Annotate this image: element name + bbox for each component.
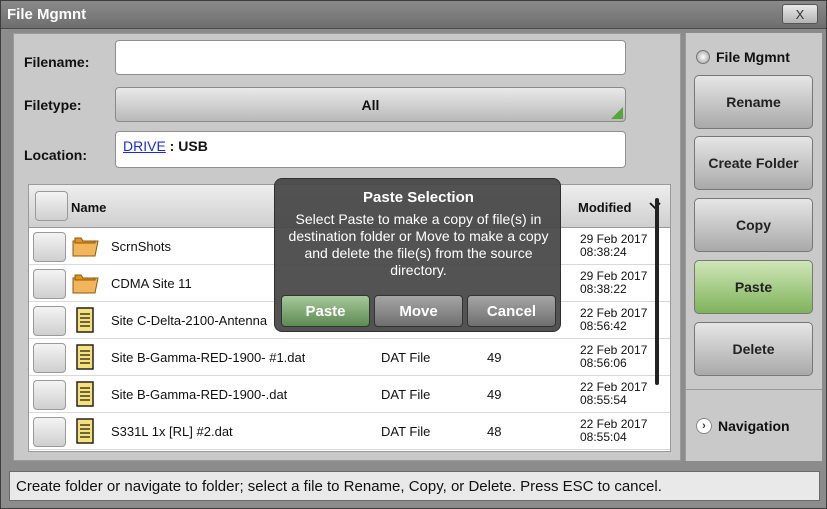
modified-time: 08:55:04 — [580, 431, 627, 444]
table-row[interactable]: S331L 1x [RL] #2.dat DAT File 48 22 Feb … — [29, 413, 670, 450]
row-checkbox[interactable] — [33, 417, 66, 447]
folder-icon — [72, 237, 99, 257]
file-name: Site C-Delta-2100-Antenna — [111, 313, 268, 328]
modified-time: 08:56:06 — [580, 357, 627, 370]
modified-time: 08:38:22 — [580, 283, 627, 296]
sidebar-header-label: File Mgmnt — [716, 49, 790, 65]
modified-time: 08:38:24 — [580, 246, 627, 259]
dialog-cancel-button[interactable]: Cancel — [467, 295, 556, 327]
document-icon — [76, 344, 94, 370]
modified-date: 29 Feb 2017 — [580, 270, 648, 283]
file-size: 49 — [487, 350, 502, 365]
location-path: DRIVE : USB — [123, 138, 208, 154]
location-label: Location: — [24, 147, 87, 163]
modified-date: 22 Feb 2017 — [580, 381, 648, 394]
row-checkbox[interactable] — [33, 343, 66, 373]
location-separator: : — [165, 138, 179, 154]
status-text: Create folder or navigate to folder; sel… — [16, 478, 662, 495]
drive-link[interactable]: DRIVE — [123, 138, 166, 154]
filetype-value: All — [361, 96, 380, 113]
filetype-select[interactable]: All — [115, 87, 626, 122]
file-type: DAT File — [381, 387, 431, 402]
row-checkbox[interactable] — [33, 380, 66, 410]
paste-selection-dialog: Paste Selection Select Paste to make a c… — [274, 178, 561, 332]
file-name: Site B-Gamma-RED-1900- #1.dat — [111, 350, 306, 365]
filetype-label: Filetype: — [24, 97, 82, 113]
folder-icon — [72, 274, 99, 294]
modified-time: 08:55:54 — [580, 394, 627, 407]
window-title: File Mgmnt — [7, 6, 87, 23]
file-name: CDMA Site 11 — [111, 276, 192, 291]
dialog-title: Paste Selection — [363, 189, 474, 206]
column-header-name[interactable]: Name — [71, 200, 106, 215]
modified-time: 08:56:42 — [580, 320, 627, 333]
navigation-toggle[interactable]: › Navigation — [696, 418, 790, 434]
title-bar: File Mgmnt X — [1, 1, 826, 29]
table-scrollbar[interactable] — [655, 198, 659, 385]
file-size: 48 — [487, 424, 502, 439]
file-mgmnt-radio[interactable]: File Mgmnt — [696, 49, 790, 65]
modified-date: 22 Feb 2017 — [580, 344, 648, 357]
dialog-move-button[interactable]: Move — [374, 295, 463, 327]
file-type: DAT File — [381, 350, 431, 365]
paste-button[interactable]: Paste — [694, 260, 813, 314]
document-icon — [76, 307, 94, 333]
file-name: S331L 1x [RL] #2.dat — [111, 424, 233, 439]
chevron-right-icon: › — [696, 418, 712, 434]
table-row[interactable]: Site B-Gamma-RED-1900- #1.dat DAT File 4… — [29, 339, 670, 376]
sidebar: File Mgmnt Rename Create Folder Copy Pas… — [685, 33, 822, 461]
copy-button[interactable]: Copy — [694, 198, 813, 252]
location-value: USB — [178, 138, 208, 154]
sidebar-divider — [686, 389, 822, 390]
dropdown-corner-icon — [611, 107, 623, 119]
file-mgmnt-window: File Mgmnt X Filename: Filetype: All Loc… — [0, 0, 827, 509]
table-row[interactable]: Site B-Gamma-RED-1900-.dat DAT File 49 2… — [29, 376, 670, 413]
radio-icon — [696, 50, 710, 64]
dialog-paste-button[interactable]: Paste — [281, 295, 370, 327]
file-size: 49 — [487, 387, 502, 402]
close-button[interactable]: X — [782, 4, 818, 24]
row-checkbox[interactable] — [33, 269, 66, 299]
delete-button[interactable]: Delete — [694, 322, 813, 376]
row-checkbox[interactable] — [33, 306, 66, 336]
filename-label: Filename: — [24, 54, 90, 70]
rename-button[interactable]: Rename — [694, 75, 813, 129]
dialog-message: Select Paste to make a copy of file(s) i… — [288, 211, 549, 278]
select-all-checkbox[interactable] — [35, 191, 68, 221]
navigation-label: Navigation — [718, 418, 790, 434]
file-type: DAT File — [381, 424, 431, 439]
document-icon — [76, 381, 94, 407]
location-field: DRIVE : USB — [115, 131, 626, 168]
modified-date: 22 Feb 2017 — [580, 307, 648, 320]
modified-date: 29 Feb 2017 — [580, 233, 648, 246]
close-icon: X — [795, 6, 805, 22]
filename-input[interactable] — [115, 40, 626, 75]
row-checkbox[interactable] — [33, 232, 66, 262]
status-bar: Create folder or navigate to folder; sel… — [9, 471, 820, 501]
file-name: ScrnShots — [111, 239, 171, 254]
column-header-modified[interactable]: Modified — [578, 200, 631, 215]
modified-date: 22 Feb 2017 — [580, 418, 648, 431]
create-folder-button[interactable]: Create Folder — [694, 136, 813, 190]
document-icon — [76, 418, 94, 444]
file-name: Site B-Gamma-RED-1900-.dat — [111, 387, 288, 402]
